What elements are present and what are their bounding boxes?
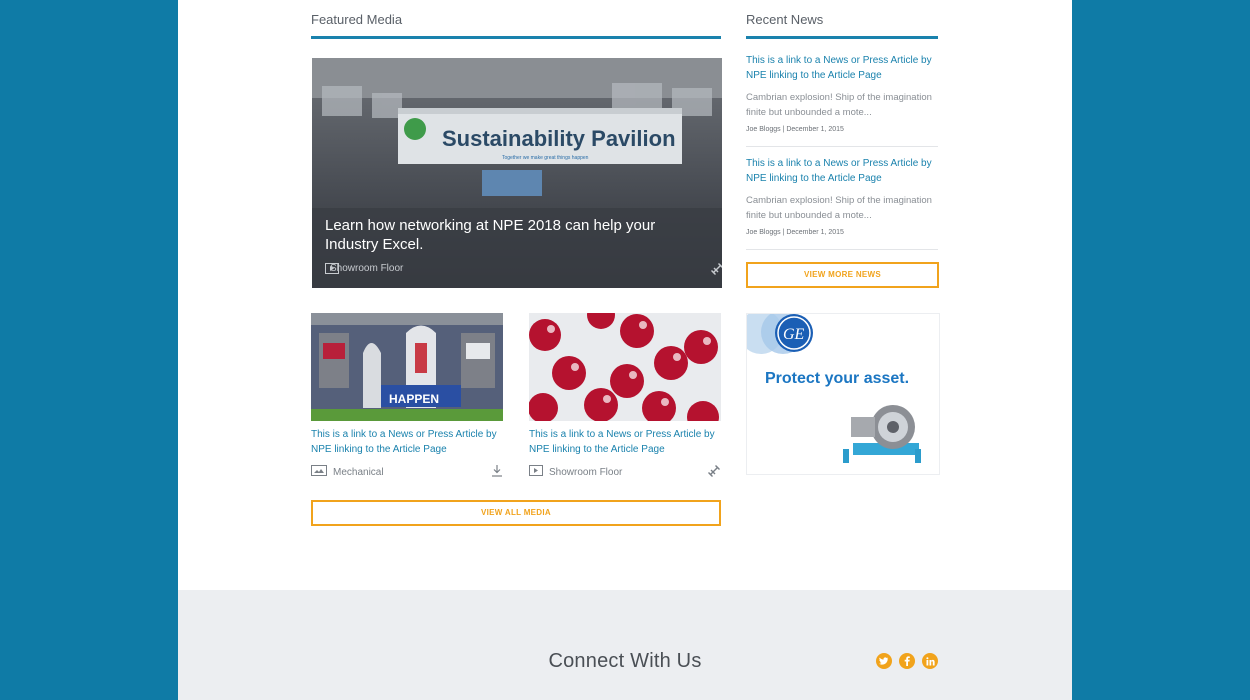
download-icon[interactable] [491,464,503,480]
card-thumb-text: HAPPEN [389,392,439,406]
news-link[interactable]: This is a link to a News or Press Articl… [746,156,938,186]
card-category: Mechanical [333,466,384,478]
linkedin-icon[interactable] [922,653,938,669]
link-icon[interactable] [707,464,721,481]
image-icon [311,465,327,479]
news-meta: Joe Bloggs | December 1, 2015 [746,126,844,133]
play-icon [529,465,543,479]
facebook-icon[interactable] [899,653,915,669]
news-item: This is a link to a News or Press Articl… [746,53,938,133]
footer: Connect With Us [178,590,1072,700]
featured-hero[interactable]: Sustainability Pavilion Together we make… [312,58,722,288]
card-thumbnail[interactable] [529,313,721,421]
ge-advertisement[interactable]: GE Protect your asset. [746,313,940,475]
news-divider [746,146,938,147]
featured-media-title: Featured Media [311,12,403,27]
news-link[interactable]: This is a link to a News or Press Articl… [746,53,938,83]
view-all-media-button[interactable]: VIEW ALL MEDIA [311,500,721,526]
content-page: Featured Media Sustainability Pavilion T… [178,0,1072,700]
card-link[interactable]: This is a link to a News or Press Articl… [311,427,503,457]
news-meta: Joe Bloggs | December 1, 2015 [746,229,844,236]
view-more-news-button[interactable]: VIEW MORE NEWS [746,262,939,288]
card-meta: Showroom Floor [529,465,721,479]
featured-media-rule [311,36,721,39]
twitter-icon[interactable] [876,653,892,669]
card-category: Showroom Floor [549,466,623,478]
ge-logo-text: GE [783,326,805,343]
news-divider [746,249,938,250]
card-thumbnail[interactable]: HAPPEN [311,313,503,421]
news-item: This is a link to a News or Press Articl… [746,156,938,236]
ad-headline: Protect your asset. [765,370,910,387]
media-card-showroom[interactable]: This is a link to a News or Press Articl… [529,313,721,479]
hero-banner-text: Sustainability Pavilion [442,126,676,151]
recent-news-title: Recent News [746,12,824,27]
social-links [876,653,938,669]
hero-caption[interactable]: Learn how networking at NPE 2018 can hel… [325,216,685,254]
card-link[interactable]: This is a link to a News or Press Articl… [529,427,721,457]
media-card-mechanical[interactable]: HAPPEN This is a link to a News or Press… [311,313,503,479]
hero-category: Showroom Floor [330,263,404,274]
hero-meta: Showroom Floor [325,263,403,274]
news-excerpt: Cambrian explosion! Ship of the imaginat… [746,195,932,221]
news-excerpt: Cambrian explosion! Ship of the imaginat… [746,92,932,118]
hero-banner-tagline: Together we make great things happen [502,155,589,161]
card-meta: Mechanical [311,465,503,479]
recent-news-rule [746,36,938,39]
